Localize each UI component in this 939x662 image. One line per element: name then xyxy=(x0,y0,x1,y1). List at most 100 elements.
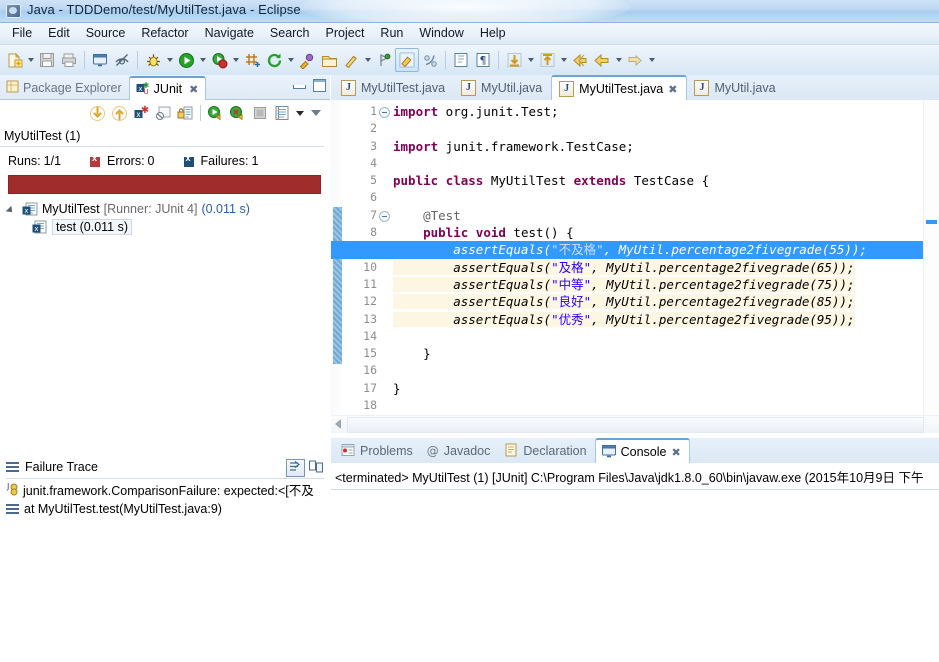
run-icon[interactable] xyxy=(175,49,197,71)
previous-failure-icon[interactable] xyxy=(109,103,130,124)
workbench-main: Package Explorer x ✱ U JUnit ✖ x ✱ ✖ MyU… xyxy=(0,75,939,662)
menu-search[interactable]: Search xyxy=(262,24,318,43)
menu-run[interactable]: Run xyxy=(372,24,411,43)
java-browsing-icon[interactable] xyxy=(419,49,441,71)
forward-dropdown-icon[interactable] xyxy=(646,49,657,71)
close-icon[interactable]: ✖ xyxy=(189,83,198,96)
stop-icon[interactable] xyxy=(153,103,174,124)
tab-javadoc[interactable]: @ Javadoc xyxy=(421,439,499,463)
editor-tab-label: MyUtil.java xyxy=(481,81,543,95)
overview-marker[interactable] xyxy=(926,220,937,224)
menu-window[interactable]: Window xyxy=(411,24,471,43)
fold-collapse-icon[interactable] xyxy=(379,211,390,222)
menu-refactor[interactable]: Refactor xyxy=(133,24,196,43)
close-icon[interactable]: ✖ xyxy=(671,446,680,459)
menu-help[interactable]: Help xyxy=(472,24,514,43)
editor-horizontal-scrollbar[interactable] xyxy=(331,415,939,433)
code-line: public class MyUtilTest extends TestCase… xyxy=(393,173,710,189)
folding-ruler[interactable] xyxy=(379,100,391,222)
back-dropdown-icon[interactable] xyxy=(613,49,624,71)
maximize-view-button[interactable] xyxy=(313,79,326,92)
previous-annotation-dropdown-icon[interactable] xyxy=(558,49,569,71)
close-icon[interactable]: ✖ xyxy=(668,83,677,96)
code-editor[interactable]: 1 2 3 4 5 6 7 8 9 10 11 12 13 14 15 16 1 xyxy=(331,100,939,415)
stop-junit-icon[interactable] xyxy=(249,103,270,124)
tree-row[interactable]: x test (0.011 s) xyxy=(6,218,330,236)
new-java-package-icon[interactable] xyxy=(241,49,263,71)
scrollbar-thumb[interactable] xyxy=(347,417,924,433)
failure-trace-row[interactable]: at MyUtilTest.test(MyUtilTest.java:9) xyxy=(0,499,330,519)
compare-result-icon[interactable] xyxy=(309,459,324,475)
editor-tab-2[interactable]: J MyUtilTest.java ✖ xyxy=(551,75,688,101)
java-perspective-icon[interactable] xyxy=(395,48,419,72)
menu-edit[interactable]: Edit xyxy=(40,24,78,43)
search-dropdown-icon[interactable] xyxy=(362,49,373,71)
fold-collapse-icon[interactable] xyxy=(379,107,390,118)
rerun-test-icon[interactable] xyxy=(205,103,226,124)
filter-stack-trace-icon[interactable] xyxy=(286,459,305,477)
history-dropdown-icon[interactable] xyxy=(293,103,307,124)
next-failure-icon[interactable] xyxy=(87,103,108,124)
toggle-console-icon[interactable] xyxy=(89,49,111,71)
new-wizard-icon[interactable] xyxy=(3,49,25,71)
lock-scroll-icon[interactable] xyxy=(175,103,196,124)
forward-icon[interactable] xyxy=(624,49,646,71)
show-failures-only-icon[interactable]: x ✱ xyxy=(131,103,152,124)
rerun-failed-tests-icon[interactable]: ✖ xyxy=(227,103,248,124)
menu-source[interactable]: Source xyxy=(78,24,134,43)
run-dropdown-icon[interactable] xyxy=(197,49,208,71)
editor-tab-0[interactable]: J MyUtilTest.java xyxy=(334,76,454,100)
editor-vertical-scrollbar[interactable] xyxy=(923,100,939,415)
menu-project[interactable]: Project xyxy=(318,24,373,43)
toggle-block-selection-icon[interactable] xyxy=(450,49,472,71)
failure-trace-section: Failure Trace J junit.framework.Comparis… xyxy=(0,455,330,519)
minimize-view-button[interactable] xyxy=(293,81,306,91)
debug-dropdown-icon[interactable] xyxy=(164,49,175,71)
java-file-icon: J xyxy=(694,80,710,96)
test-history-icon[interactable] xyxy=(271,103,292,124)
print-icon[interactable] xyxy=(58,49,80,71)
line-number: 6 xyxy=(370,190,377,205)
line-number: 4 xyxy=(370,155,377,170)
new-wizard-dropdown-icon[interactable] xyxy=(25,49,36,71)
failure-trace-text: junit.framework.ComparisonFailure: expec… xyxy=(23,483,314,498)
toggle-mark-occurrences-icon[interactable] xyxy=(111,49,133,71)
menu-file[interactable]: File xyxy=(4,24,40,43)
back-icon[interactable] xyxy=(569,49,591,71)
open-task-icon[interactable] xyxy=(318,49,340,71)
tab-problems[interactable]: Problems xyxy=(335,439,421,463)
previous-annotation-icon[interactable] xyxy=(536,49,558,71)
external-tools-icon[interactable] xyxy=(263,49,285,71)
tab-declaration[interactable]: Declaration xyxy=(498,439,594,463)
view-menu-icon[interactable] xyxy=(308,103,324,124)
tab-package-explorer[interactable]: Package Explorer xyxy=(0,76,129,99)
failure-trace-row[interactable]: J junit.framework.ComparisonFailure: exp… xyxy=(0,479,330,499)
annotation-icon[interactable] xyxy=(373,49,395,71)
code-text[interactable]: import org.junit.Test; import junit.fram… xyxy=(331,100,939,414)
next-annotation-dropdown-icon[interactable] xyxy=(525,49,536,71)
save-icon[interactable] xyxy=(36,49,58,71)
coverage-dropdown-icon[interactable] xyxy=(230,49,241,71)
editor-tab-3[interactable]: J MyUtil.java xyxy=(687,76,784,100)
code-line: assertEquals("优秀", MyUtil.percentage2fiv… xyxy=(393,311,923,328)
tree-row[interactable]: x MyUtilTest [Runner: JUnit 4] (0.011 s) xyxy=(6,200,330,218)
expand-twisty-icon[interactable] xyxy=(6,203,18,215)
show-whitespace-icon[interactable]: ¶ xyxy=(472,49,494,71)
line-number: 16 xyxy=(363,363,377,378)
search-icon[interactable] xyxy=(340,49,362,71)
scroll-left-arrow-icon[interactable] xyxy=(335,419,341,429)
code-line: } xyxy=(393,380,401,396)
menu-navigate[interactable]: Navigate xyxy=(197,24,262,43)
next-annotation-icon[interactable] xyxy=(503,49,525,71)
debug-icon[interactable] xyxy=(142,49,164,71)
line-number: 12 xyxy=(363,294,377,309)
tab-console[interactable]: Console ✖ xyxy=(594,438,690,464)
coverage-icon[interactable] xyxy=(208,49,230,71)
back-history-icon[interactable] xyxy=(591,49,613,71)
open-type-icon[interactable] xyxy=(296,49,318,71)
external-tools-dropdown-icon[interactable] xyxy=(285,49,296,71)
tab-junit[interactable]: x ✱ U JUnit ✖ xyxy=(128,76,207,100)
console-output-area[interactable]: <terminated> MyUtilTest (1) [JUnit] C:\P… xyxy=(331,463,939,662)
editor-tab-1[interactable]: J MyUtil.java xyxy=(454,76,551,100)
